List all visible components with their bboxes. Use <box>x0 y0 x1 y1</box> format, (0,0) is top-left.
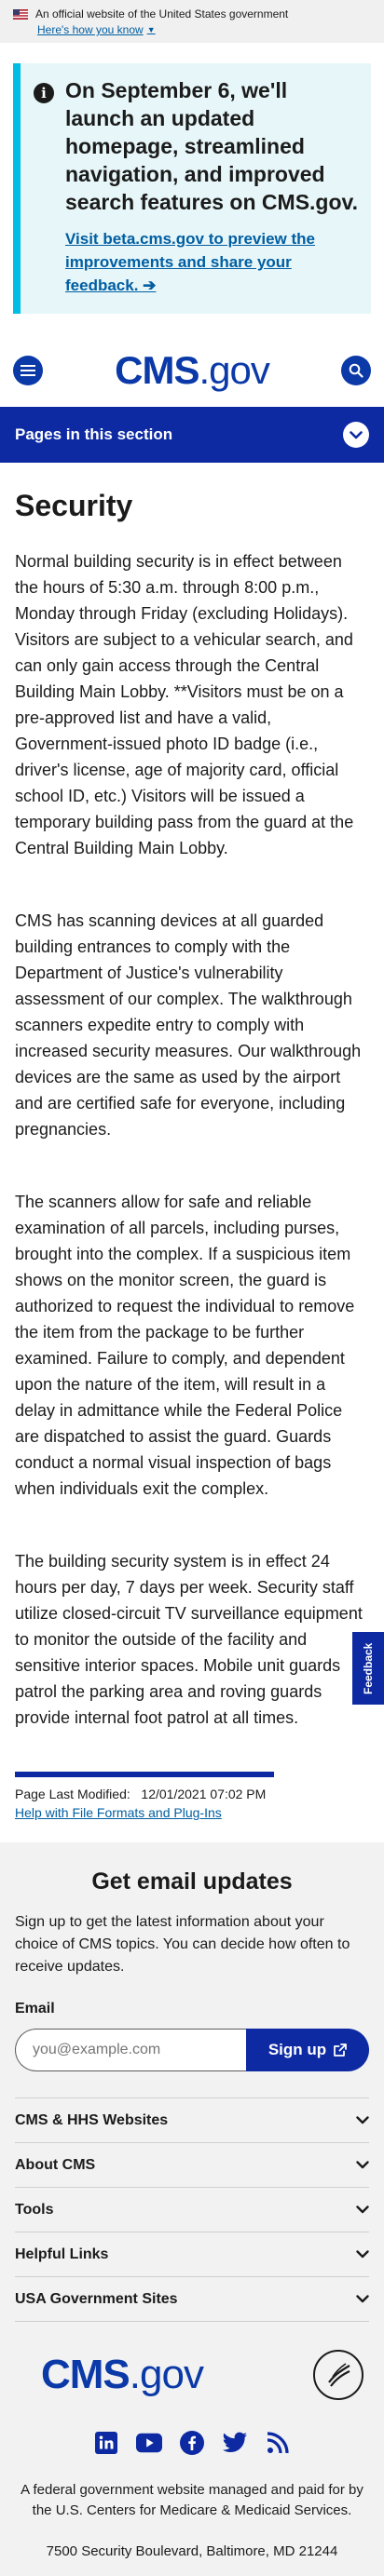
chevron-down-icon <box>356 2250 369 2259</box>
footer-accordion-usa-government-sites[interactable]: USA Government Sites <box>15 2277 369 2322</box>
accordion-label: Helpful Links <box>15 2246 109 2262</box>
accordion-label: Tools <box>15 2201 54 2218</box>
search-button[interactable] <box>340 356 371 385</box>
footer-accordion-cms-hhs-websites[interactable]: CMS & HHS Websites <box>15 2098 369 2143</box>
chevron-down-icon <box>356 2295 369 2303</box>
alert-container: i On September 6, we'll launch an update… <box>0 43 384 334</box>
footer-managed-text: A federal government website managed and… <box>21 2482 363 2518</box>
external-link-icon <box>334 2043 348 2057</box>
hhs-seal-icon[interactable] <box>313 2350 363 2400</box>
menu-icon <box>21 365 35 376</box>
linkedin-icon[interactable] <box>93 2430 119 2456</box>
logo-main: CMS <box>115 348 199 392</box>
twitter-icon[interactable] <box>222 2430 248 2456</box>
site-header: CMS.gov <box>0 334 384 407</box>
social-links <box>15 2430 369 2456</box>
page-title: Security <box>15 489 133 522</box>
alert-heading: On September 6, we'll launch an updated … <box>65 78 358 214</box>
section-nav-label: Pages in this section <box>15 425 173 443</box>
footer-accordion-tools[interactable]: Tools <box>15 2188 369 2232</box>
pages-in-section-toggle[interactable]: Pages in this section <box>0 407 384 463</box>
email-signup-section: Get email updates Sign up to get the lat… <box>0 1842 384 2576</box>
footer-logo-main: CMS <box>41 2352 130 2397</box>
heres-how-you-know-label: Here's how you know <box>37 23 144 36</box>
heres-how-you-know-link[interactable]: Here's how you know ▼ <box>37 23 371 36</box>
gov-banner-text: An official website of the United States… <box>35 7 289 20</box>
email-label: Email <box>15 2001 55 2016</box>
security-paragraph: Normal building security is in effect be… <box>15 552 354 857</box>
rss-icon[interactable] <box>265 2430 291 2456</box>
sign-up-button[interactable]: Sign up <box>246 2029 369 2071</box>
sign-up-label: Sign up <box>267 2041 327 2058</box>
footer-accordion: CMS & HHS Websites About CMS Tools Helpf… <box>15 2097 369 2322</box>
security-paragraph: The building security system is in effec… <box>15 1552 363 1727</box>
search-icon <box>349 363 363 378</box>
security-paragraph: The scanners allow for safe and reliable… <box>15 1193 355 1498</box>
accordion-label: USA Government Sites <box>15 2290 178 2307</box>
security-paragraph: CMS has scanning devices at all guarded … <box>15 911 362 1139</box>
email-input[interactable] <box>15 2029 246 2071</box>
gov-banner: An official website of the United States… <box>0 0 384 43</box>
page-last-modified: Page Last Modified: 12/01/2021 07:02 PM … <box>15 1772 274 1820</box>
last-modified-value: 12/01/2021 07:02 PM <box>141 1787 267 1801</box>
feedback-tab[interactable]: Feedback <box>352 1632 384 1705</box>
accordion-label: CMS & HHS Websites <box>15 2111 169 2128</box>
site-alert: i On September 6, we'll launch an update… <box>13 63 371 314</box>
info-icon: i <box>34 83 54 103</box>
chevron-down-icon <box>356 2161 369 2169</box>
help-file-formats-link[interactable]: Help with File Formats and Plug-Ins <box>15 1805 274 1820</box>
footer-address: 7500 Security Boulevard, Baltimore, MD 2… <box>46 2543 338 2559</box>
email-heading: Get email updates <box>91 1868 293 1895</box>
cms-logo[interactable]: CMS.gov <box>115 348 270 393</box>
chevron-down-icon <box>356 2205 369 2214</box>
email-description: Sign up to get the latest information ab… <box>15 1914 350 1975</box>
us-flag-icon <box>13 8 28 20</box>
youtube-icon[interactable] <box>136 2430 162 2456</box>
footer-logo-suffix: .gov <box>129 2352 204 2397</box>
last-modified-label: Page Last Modified: <box>15 1787 130 1801</box>
chevron-down-icon <box>343 422 369 448</box>
logo-suffix: .gov <box>199 348 269 392</box>
footer-accordion-about-cms[interactable]: About CMS <box>15 2143 369 2188</box>
chevron-down-icon: ▼ <box>146 25 156 34</box>
chevron-down-icon <box>356 2116 369 2124</box>
footer-accordion-helpful-links[interactable]: Helpful Links <box>15 2232 369 2277</box>
facebook-icon[interactable] <box>179 2430 205 2456</box>
accordion-label: About CMS <box>15 2156 96 2173</box>
main-content: Security Normal building security is in … <box>0 487 384 1820</box>
footer-logos: CMS.gov <box>15 2322 369 2409</box>
beta-preview-link[interactable]: Visit beta.cms.gov to preview the improv… <box>65 227 358 297</box>
menu-button[interactable] <box>13 356 43 385</box>
email-signup-form: Sign up <box>15 2029 369 2071</box>
footer-cms-logo[interactable]: CMS.gov <box>41 2352 204 2398</box>
